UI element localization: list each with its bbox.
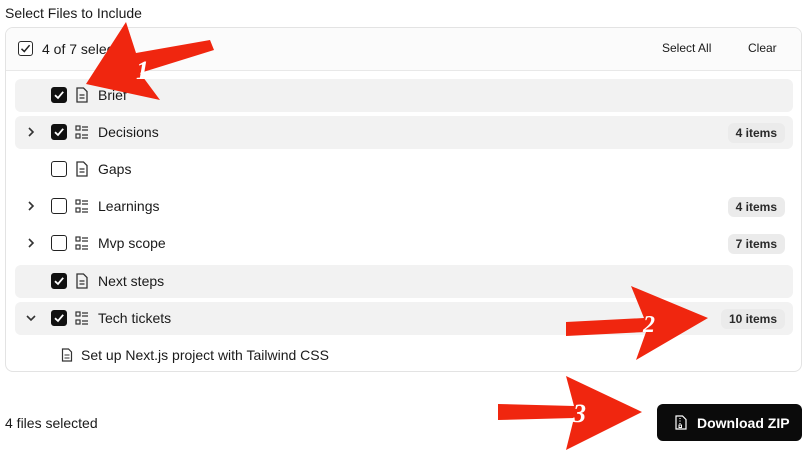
panel-header: 4 of 7 selected Select All Clear (6, 28, 801, 71)
file-row-mvp-scope[interactable]: Mvp scope 7 items (15, 227, 793, 260)
chevron-right-icon[interactable] (25, 237, 37, 249)
file-selection-panel: 4 of 7 selected Select All Clear Brief D… (5, 27, 802, 372)
annotation-number-3: 3 (572, 399, 586, 428)
document-icon (76, 87, 88, 103)
file-label: Gaps (98, 161, 132, 177)
download-zip-button[interactable]: Download ZIP (657, 404, 802, 441)
checkbox-mvp-scope[interactable] (51, 235, 67, 251)
chevron-down-icon[interactable] (25, 312, 37, 324)
select-all-button[interactable]: Select All (662, 41, 711, 55)
checkbox-brief[interactable] (51, 87, 67, 103)
file-label: Tech tickets (98, 310, 172, 326)
file-row-next-steps[interactable]: Next steps (15, 265, 793, 298)
file-label: Mvp scope (98, 235, 166, 251)
files-selected-count: 4 files selected (5, 415, 98, 431)
file-row-decisions[interactable]: Decisions 4 items (15, 116, 793, 149)
select-all-checkbox[interactable] (18, 41, 33, 56)
chevron-right-icon[interactable] (25, 126, 37, 138)
checkbox-decisions[interactable] (51, 124, 67, 140)
file-row-learnings[interactable]: Learnings 4 items (15, 190, 793, 223)
document-icon (76, 273, 88, 289)
file-label: Next steps (98, 273, 165, 289)
section-title: Select Files to Include (5, 5, 142, 21)
sub-item-label: Set up Next.js project with Tailwind CSS (81, 347, 329, 363)
list-icon (75, 125, 88, 139)
file-row-tech-tickets[interactable]: Tech tickets 10 items (15, 302, 793, 335)
file-row-gaps[interactable]: Gaps (15, 153, 793, 186)
download-label: Download ZIP (697, 415, 790, 431)
document-icon (76, 161, 88, 177)
checkbox-next-steps[interactable] (51, 273, 67, 289)
annotation-arrow-3 (498, 376, 642, 450)
file-row-brief[interactable]: Brief (15, 79, 793, 112)
file-label: Decisions (98, 124, 159, 140)
file-label: Learnings (98, 198, 160, 214)
list-icon (75, 236, 88, 250)
item-count-badge: 10 items (720, 309, 785, 329)
list-icon (75, 311, 88, 325)
chevron-right-icon[interactable] (25, 200, 37, 212)
file-label: Brief (98, 87, 127, 103)
zip-file-icon (675, 415, 687, 430)
list-icon (75, 199, 88, 213)
item-count-badge: 4 items (727, 197, 785, 217)
checkbox-gaps[interactable] (51, 161, 67, 177)
document-icon (61, 348, 73, 362)
checkbox-tech-tickets[interactable] (51, 310, 67, 326)
selection-count: 4 of 7 selected (42, 41, 134, 57)
item-count-badge: 4 items (727, 123, 785, 143)
clear-button[interactable]: Clear (748, 41, 777, 55)
item-count-badge: 7 items (727, 234, 785, 254)
checkbox-learnings[interactable] (51, 198, 67, 214)
